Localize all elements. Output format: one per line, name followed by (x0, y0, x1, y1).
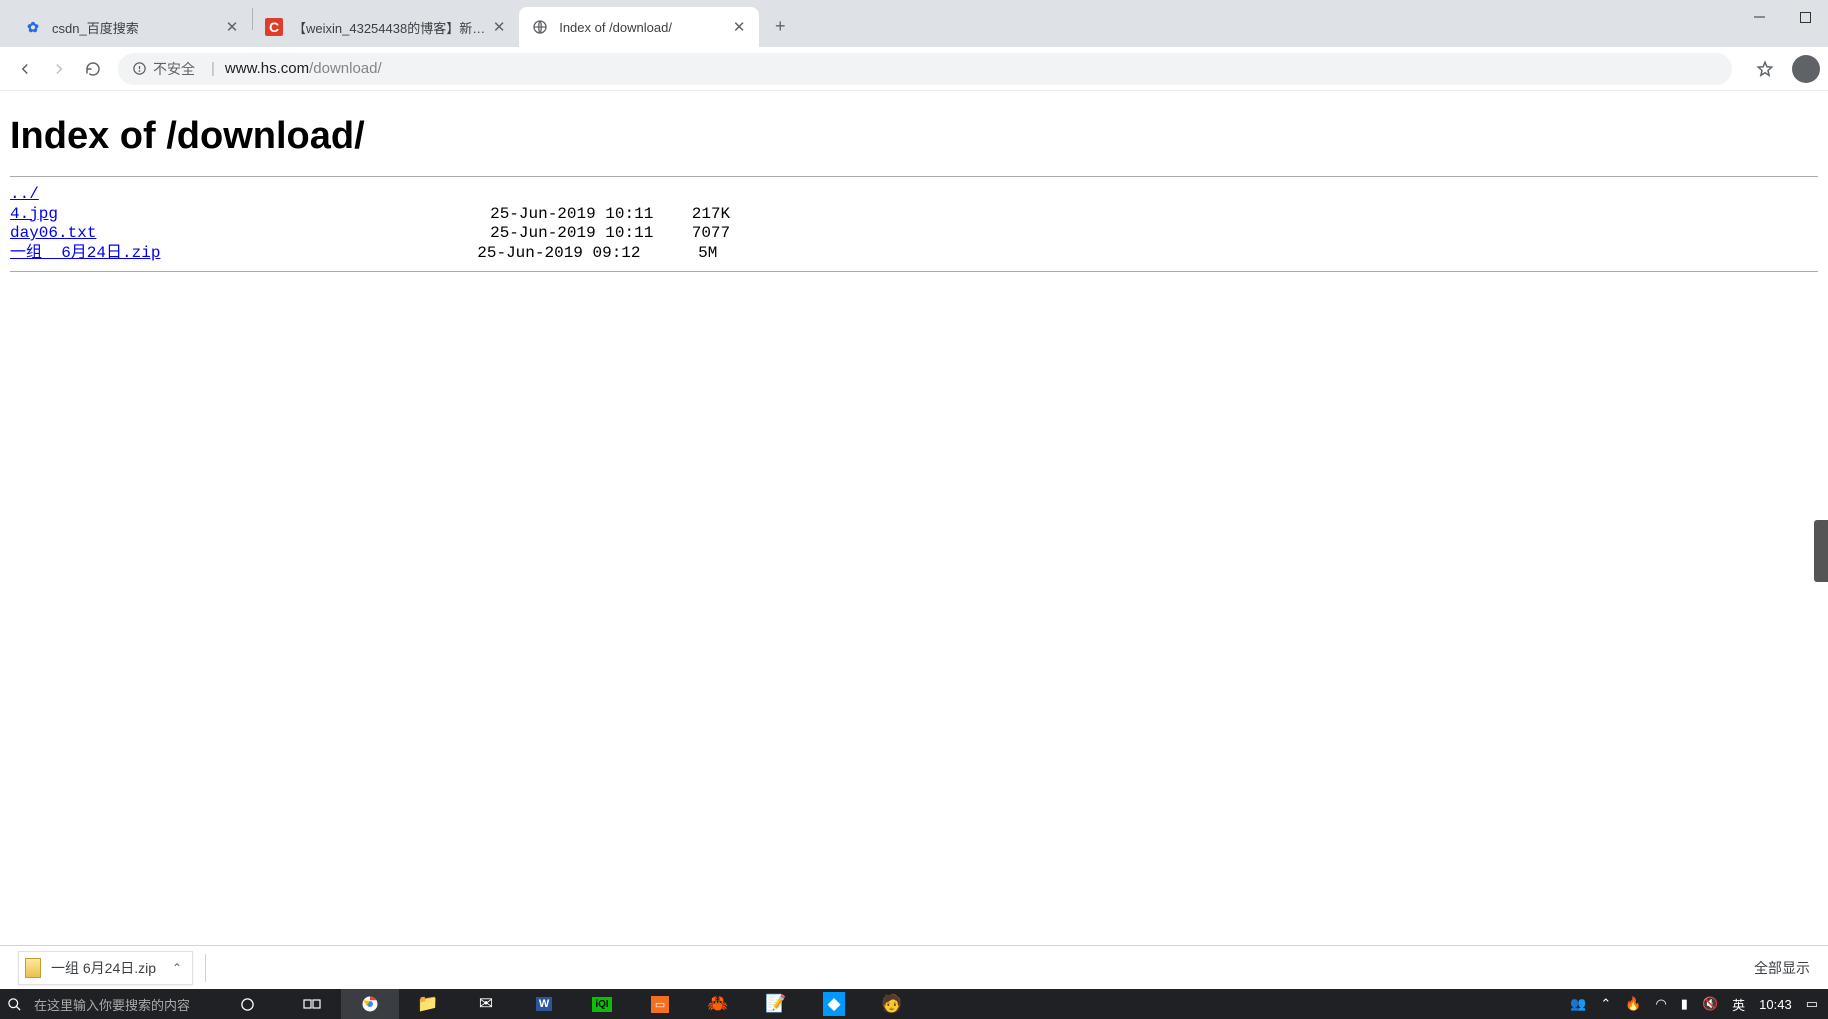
app-icon[interactable]: 🧑 (863, 989, 921, 1019)
forward-button[interactable] (42, 52, 76, 86)
paw-icon: ✿ (24, 18, 42, 36)
people-icon[interactable]: 👥 (1570, 996, 1586, 1012)
close-icon[interactable]: ✕ (491, 19, 507, 35)
word-icon[interactable]: W (515, 989, 573, 1019)
file-link[interactable]: 4.jpg (10, 205, 58, 223)
page-title: Index of /download/ (10, 115, 1818, 158)
address-bar[interactable]: 不安全 | www.hs.com/download/ (118, 53, 1732, 85)
maximize-button[interactable] (1782, 0, 1828, 35)
vm-icon[interactable]: ▭ (631, 989, 689, 1019)
bookmark-button[interactable] (1748, 52, 1782, 86)
separator: | (211, 60, 215, 77)
tab-2-active[interactable]: Index of /download/ ✕ (519, 7, 759, 47)
taskbar-apps: 📁 ✉ W iQI ▭ 🦀 📝 ◆ 🧑 (283, 989, 921, 1019)
battery-icon[interactable]: ▮ (1681, 996, 1688, 1012)
notepad-icon[interactable]: 📝 (747, 989, 805, 1019)
chrome-icon[interactable] (341, 989, 399, 1019)
divider (10, 176, 1818, 177)
url-host: www.hs.com (225, 60, 309, 77)
download-filename: 一组 6月24日.zip (51, 958, 156, 978)
ime-indicator[interactable]: 英 (1732, 995, 1745, 1014)
separator (205, 954, 206, 982)
explorer-icon[interactable]: 📁 (399, 989, 457, 1019)
cortana-icon[interactable] (240, 997, 255, 1012)
windows-taskbar: 在这里输入你要搜索的内容 📁 ✉ W iQI ▭ 🦀 📝 ◆ 🧑 👥 ⌃ 🔥 ◠… (0, 989, 1828, 1019)
globe-icon (531, 18, 549, 36)
directory-listing: ../ 4.jpg 25-Jun-2019 10:11 217K day06.t… (10, 185, 1818, 263)
new-tab-button[interactable]: + (765, 11, 795, 41)
tray-icon[interactable]: 🔥 (1625, 996, 1641, 1012)
side-panel-stub[interactable] (1814, 520, 1828, 582)
download-item[interactable]: 一组 6月24日.zip ⌃ (18, 951, 193, 985)
system-tray: 👥 ⌃ 🔥 ◠ ▮ 🔇 英 10:43 ▭ (1570, 995, 1828, 1014)
page-content: Index of /download/ ../ 4.jpg 25-Jun-201… (0, 91, 1828, 282)
notifications-icon[interactable]: ▭ (1806, 996, 1818, 1012)
app-icon[interactable]: ◆ (805, 989, 863, 1019)
file-link[interactable]: day06.txt (10, 224, 96, 242)
iqiyi-icon[interactable]: iQI (573, 989, 631, 1019)
taskbar-clock[interactable]: 10:43 (1759, 997, 1792, 1012)
parent-dir-link[interactable]: ../ (10, 185, 39, 203)
tab-1[interactable]: C 【weixin_43254438的博客】新… ✕ (253, 7, 519, 47)
file-link[interactable]: 一组 6月24日.zip (10, 244, 160, 262)
taskbar-search[interactable]: 在这里输入你要搜索的内容 (34, 995, 190, 1014)
insecure-label: 不安全 (153, 59, 195, 79)
volume-icon[interactable]: 🔇 (1702, 996, 1718, 1012)
download-shelf: 一组 6月24日.zip ⌃ 全部显示 (0, 945, 1828, 989)
tab-title: Index of /download/ (559, 20, 725, 35)
tab-title: csdn_百度搜索 (52, 18, 218, 37)
window-controls (1736, 0, 1828, 35)
close-icon[interactable]: ✕ (731, 19, 747, 35)
search-icon[interactable] (0, 997, 28, 1012)
profile-avatar[interactable] (1792, 55, 1820, 83)
minimize-button[interactable] (1736, 0, 1782, 35)
url-path: /download/ (309, 60, 382, 77)
tab-0[interactable]: ✿ csdn_百度搜索 ✕ (12, 7, 252, 47)
zip-icon (25, 958, 41, 978)
reload-button[interactable] (76, 52, 110, 86)
show-all-downloads[interactable]: 全部显示 (1754, 958, 1810, 978)
back-button[interactable] (8, 52, 42, 86)
chevron-up-icon[interactable]: ⌃ (172, 961, 182, 975)
insecure-badge: 不安全 (132, 59, 195, 79)
tab-title: 【weixin_43254438的博客】新… (293, 18, 485, 37)
close-icon[interactable]: ✕ (224, 19, 240, 35)
divider (10, 271, 1818, 272)
browser-toolbar: 不安全 | www.hs.com/download/ (0, 47, 1828, 91)
wifi-icon[interactable]: ◠ (1655, 996, 1666, 1012)
crab-icon[interactable]: 🦀 (689, 989, 747, 1019)
chevron-up-icon[interactable]: ⌃ (1600, 996, 1611, 1012)
mail-icon[interactable]: ✉ (457, 989, 515, 1019)
browser-tab-bar: ✿ csdn_百度搜索 ✕ C 【weixin_43254438的博客】新… ✕… (0, 0, 1828, 47)
task-view-icon[interactable] (283, 989, 341, 1019)
csdn-icon: C (265, 18, 283, 36)
